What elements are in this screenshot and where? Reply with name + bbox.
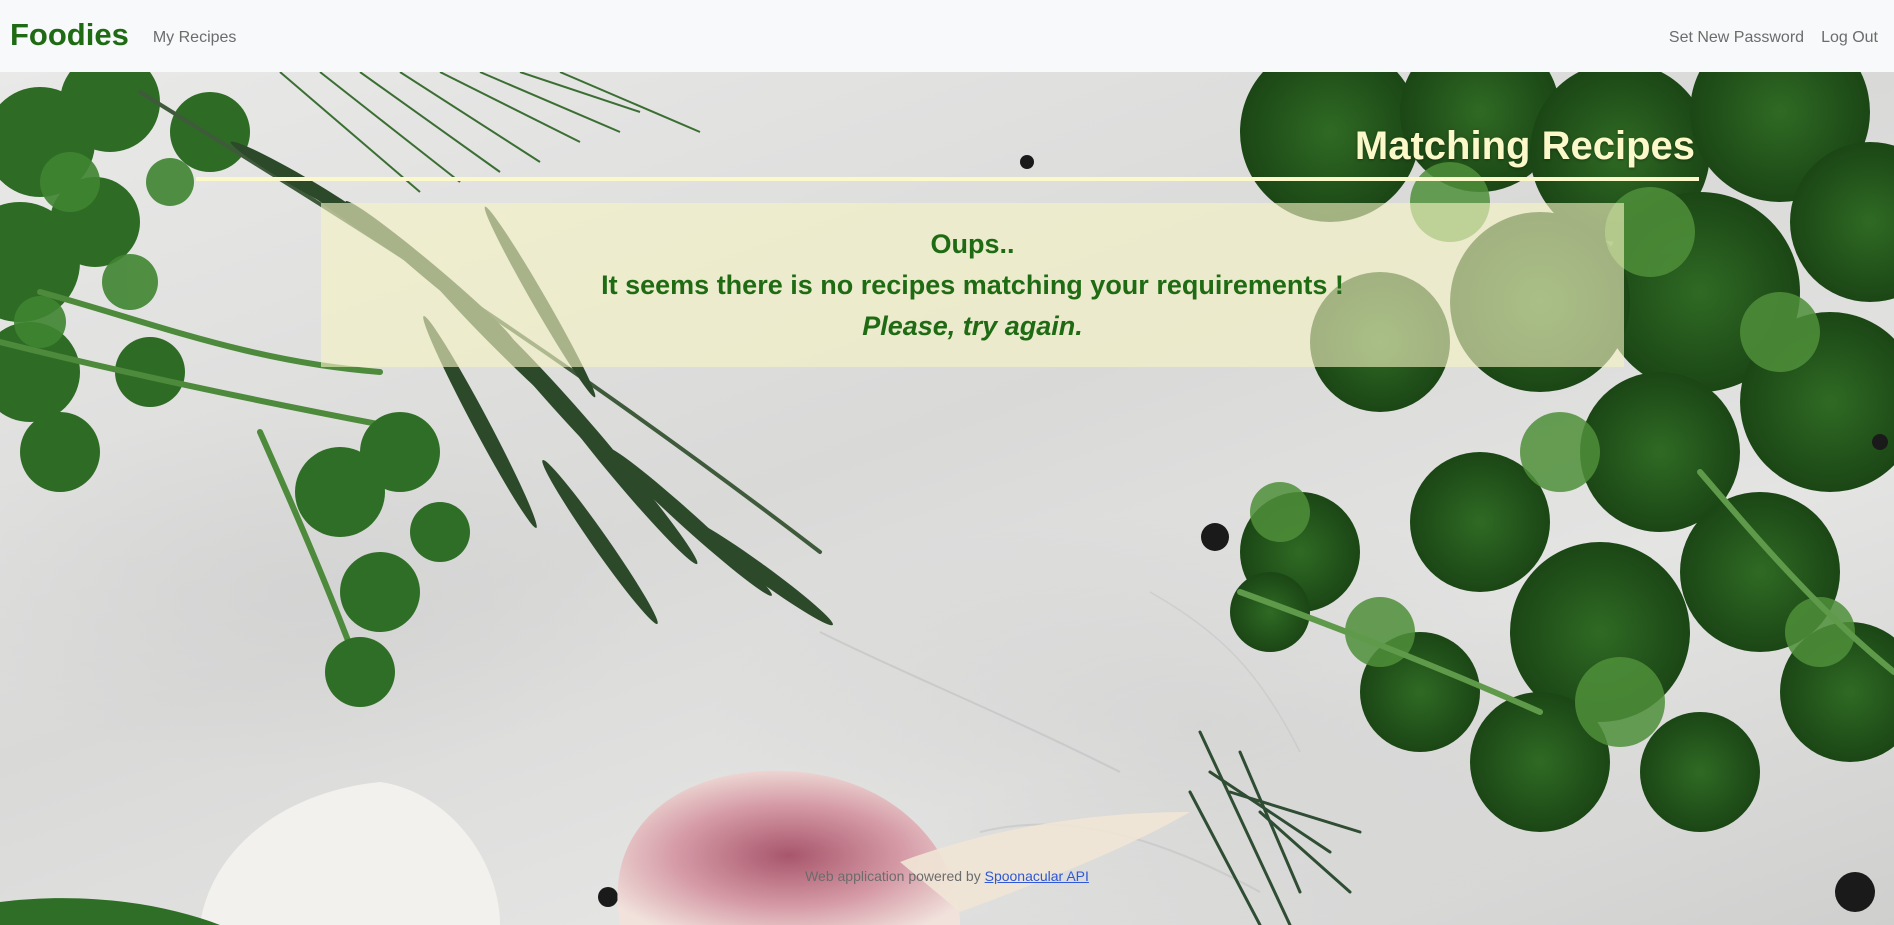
message-body: It seems there is no recipes matching yo…	[601, 270, 1344, 300]
brand-logo-link[interactable]: Foodies	[10, 17, 129, 53]
footer-text: Web application powered by	[805, 868, 981, 884]
nav-set-new-password-link[interactable]: Set New Password	[1669, 29, 1804, 47]
no-results-message-box: Oups.. It seems there is no recipes matc…	[321, 203, 1624, 367]
herbs-illustration	[0, 72, 1894, 925]
nav-my-recipes-link[interactable]: My Recipes	[153, 29, 237, 47]
message-retry-hint: Please, try again.	[862, 311, 1083, 341]
nav-log-out-link[interactable]: Log Out	[1821, 29, 1878, 47]
title-underline-divider	[196, 177, 1699, 181]
navbar-right-group: Set New Password Log Out	[1669, 25, 1878, 47]
navbar: Foodies My Recipes Set New Password Log …	[0, 0, 1894, 72]
footer-spoonacular-link[interactable]: Spoonacular API	[985, 868, 1089, 884]
background-herbs-image	[0, 72, 1894, 925]
message-heading: Oups..	[930, 229, 1015, 259]
footer: Web application powered by Spoonacular A…	[0, 868, 1894, 884]
page-title: Matching Recipes	[1354, 124, 1695, 168]
